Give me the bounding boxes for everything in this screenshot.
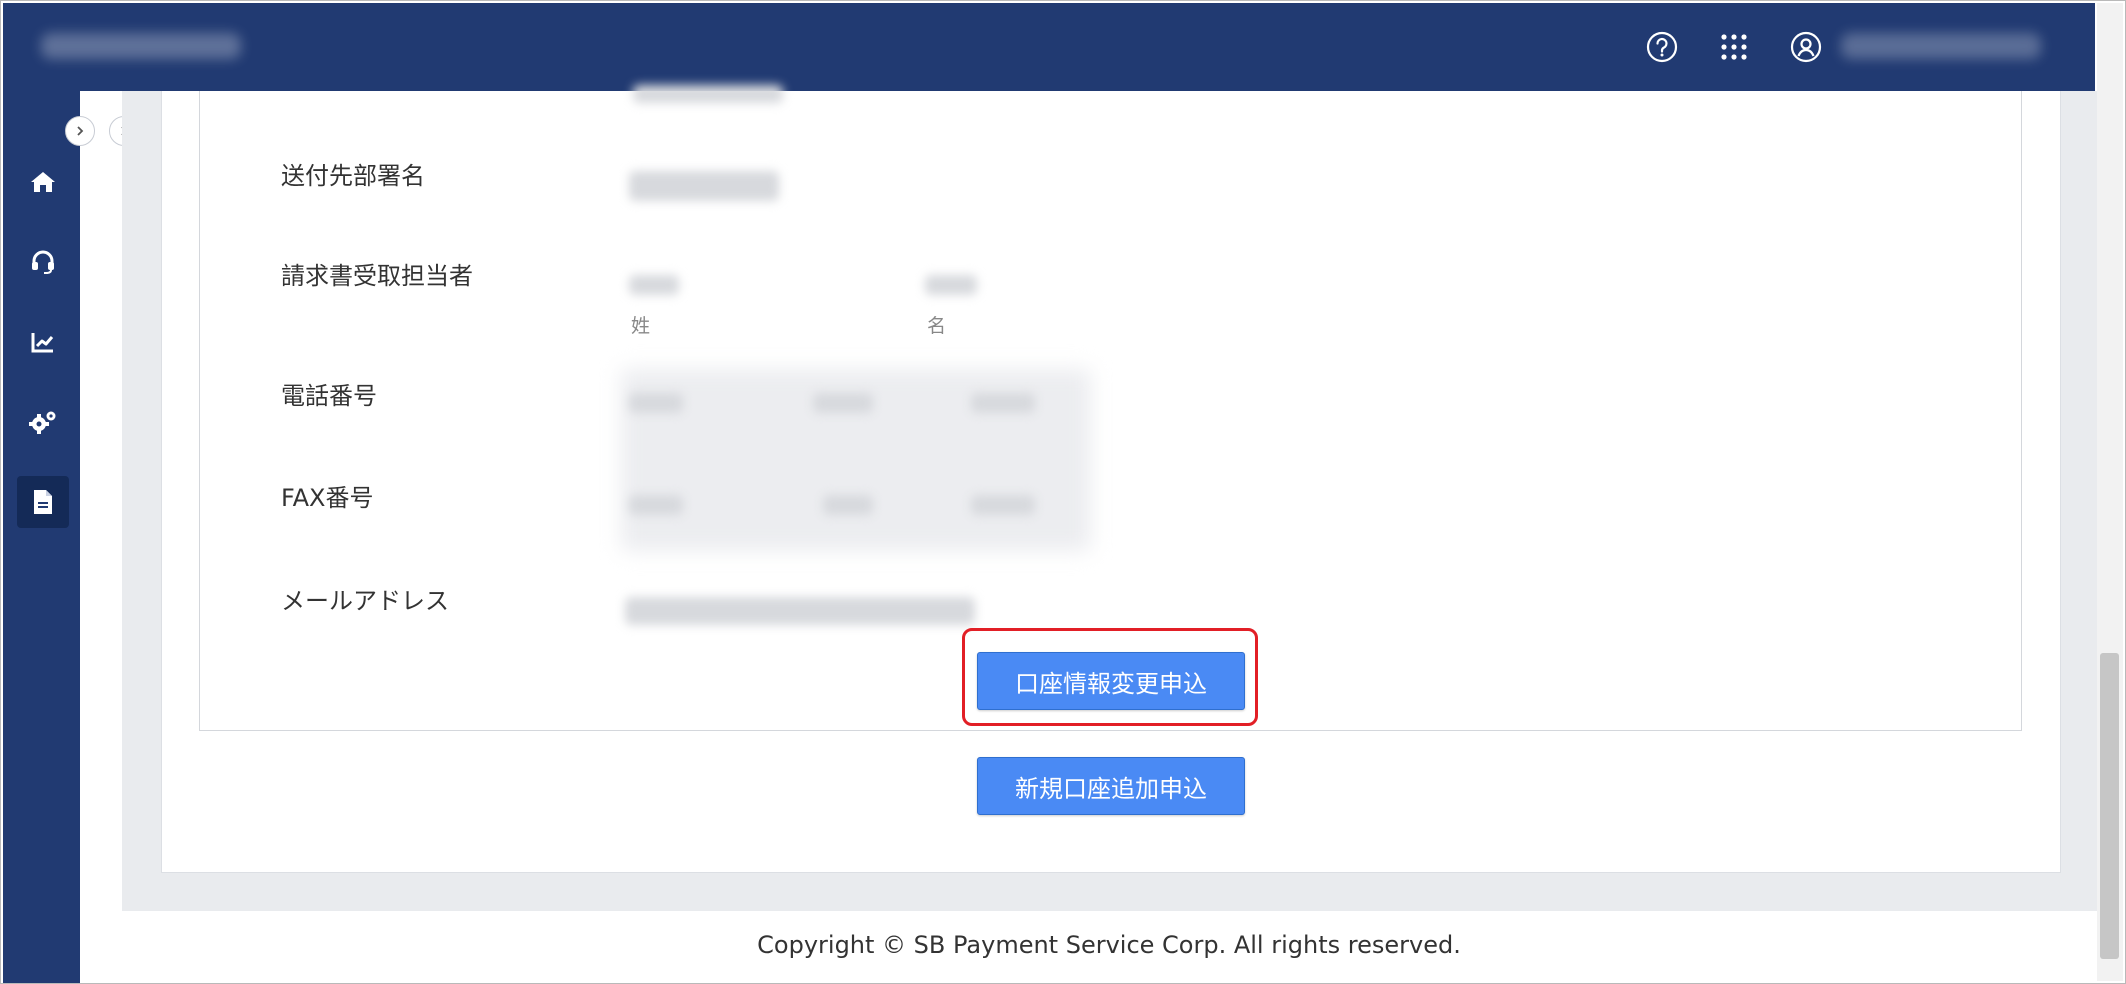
chevron-right-icon bbox=[77, 126, 84, 136]
department-label: 送付先部署名 bbox=[281, 162, 425, 190]
previous-field-value-redacted bbox=[633, 85, 783, 103]
first-name-value-redacted bbox=[925, 275, 977, 295]
scrollbar-thumb[interactable] bbox=[2100, 653, 2119, 959]
home-icon bbox=[31, 172, 55, 192]
sidebar-item-settings[interactable] bbox=[17, 396, 69, 448]
user-name-redacted[interactable] bbox=[1841, 33, 2041, 59]
fax-label: FAX番号 bbox=[281, 484, 374, 512]
company-name-redacted bbox=[41, 33, 241, 59]
department-value-redacted bbox=[629, 171, 779, 201]
last-name-value-redacted bbox=[629, 275, 679, 295]
apps-grid-icon[interactable] bbox=[1717, 30, 1751, 64]
sidebar-item-documents[interactable] bbox=[17, 476, 69, 528]
sidebar-item-reports[interactable] bbox=[17, 316, 69, 368]
add-new-account-button[interactable]: 新規口座追加申込 bbox=[977, 757, 1245, 815]
invoice-contact-label: 請求書受取担当者 bbox=[281, 262, 473, 290]
top-header-bar bbox=[3, 3, 2095, 91]
fax-part1-redacted bbox=[629, 495, 683, 515]
user-icon[interactable] bbox=[1789, 30, 1823, 64]
sidebar-item-home[interactable] bbox=[17, 156, 69, 208]
last-name-caption: 姓 bbox=[631, 315, 651, 337]
help-icon[interactable] bbox=[1645, 30, 1679, 64]
chart-icon bbox=[31, 333, 54, 353]
phone-part1-redacted bbox=[629, 393, 683, 413]
fax-part2-redacted bbox=[823, 495, 873, 515]
sidebar-collapse-toggle[interactable] bbox=[65, 116, 95, 146]
sidebar-item-support[interactable] bbox=[17, 236, 69, 288]
support-headset-icon bbox=[32, 250, 54, 274]
footer-copyright: Copyright © SB Payment Service Corp. All… bbox=[757, 931, 1461, 959]
phone-label: 電話番号 bbox=[281, 382, 377, 410]
app-window: 送付先部署名 請求書受取担当者 姓 名 電話番号 FAX番号 メールアドレス 口… bbox=[0, 0, 2126, 984]
document-icon bbox=[34, 490, 52, 514]
sidebar bbox=[3, 91, 80, 983]
fax-part3-redacted bbox=[971, 495, 1035, 515]
phone-part3-redacted bbox=[971, 393, 1035, 413]
first-name-caption: 名 bbox=[927, 315, 947, 337]
phone-part2-redacted bbox=[813, 393, 873, 413]
change-account-info-button[interactable]: 口座情報変更申込 bbox=[977, 652, 1245, 710]
email-value-redacted bbox=[625, 597, 975, 625]
email-label: メールアドレス bbox=[281, 587, 449, 615]
settings-gears-icon bbox=[29, 411, 56, 434]
